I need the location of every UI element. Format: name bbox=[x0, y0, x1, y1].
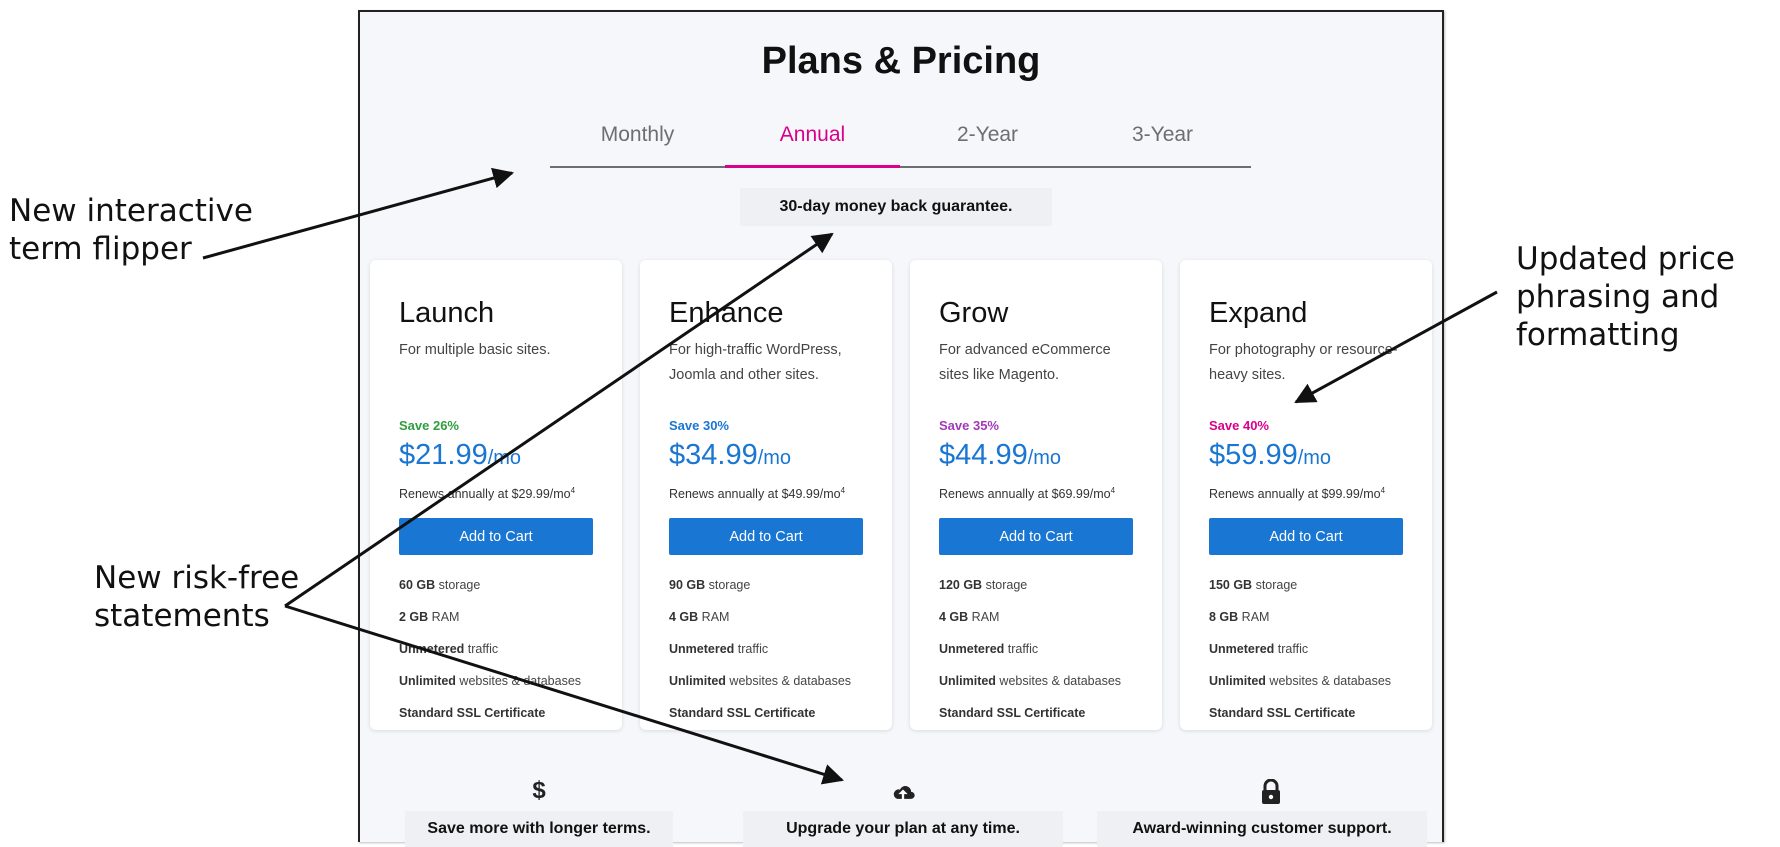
arrow-to-guarantee bbox=[284, 232, 834, 608]
arrow-to-term-tabs bbox=[202, 167, 515, 260]
annotation-arrows bbox=[202, 167, 1498, 785]
arrow-to-price bbox=[1294, 290, 1498, 404]
arrow-to-upgrade bbox=[284, 604, 845, 785]
